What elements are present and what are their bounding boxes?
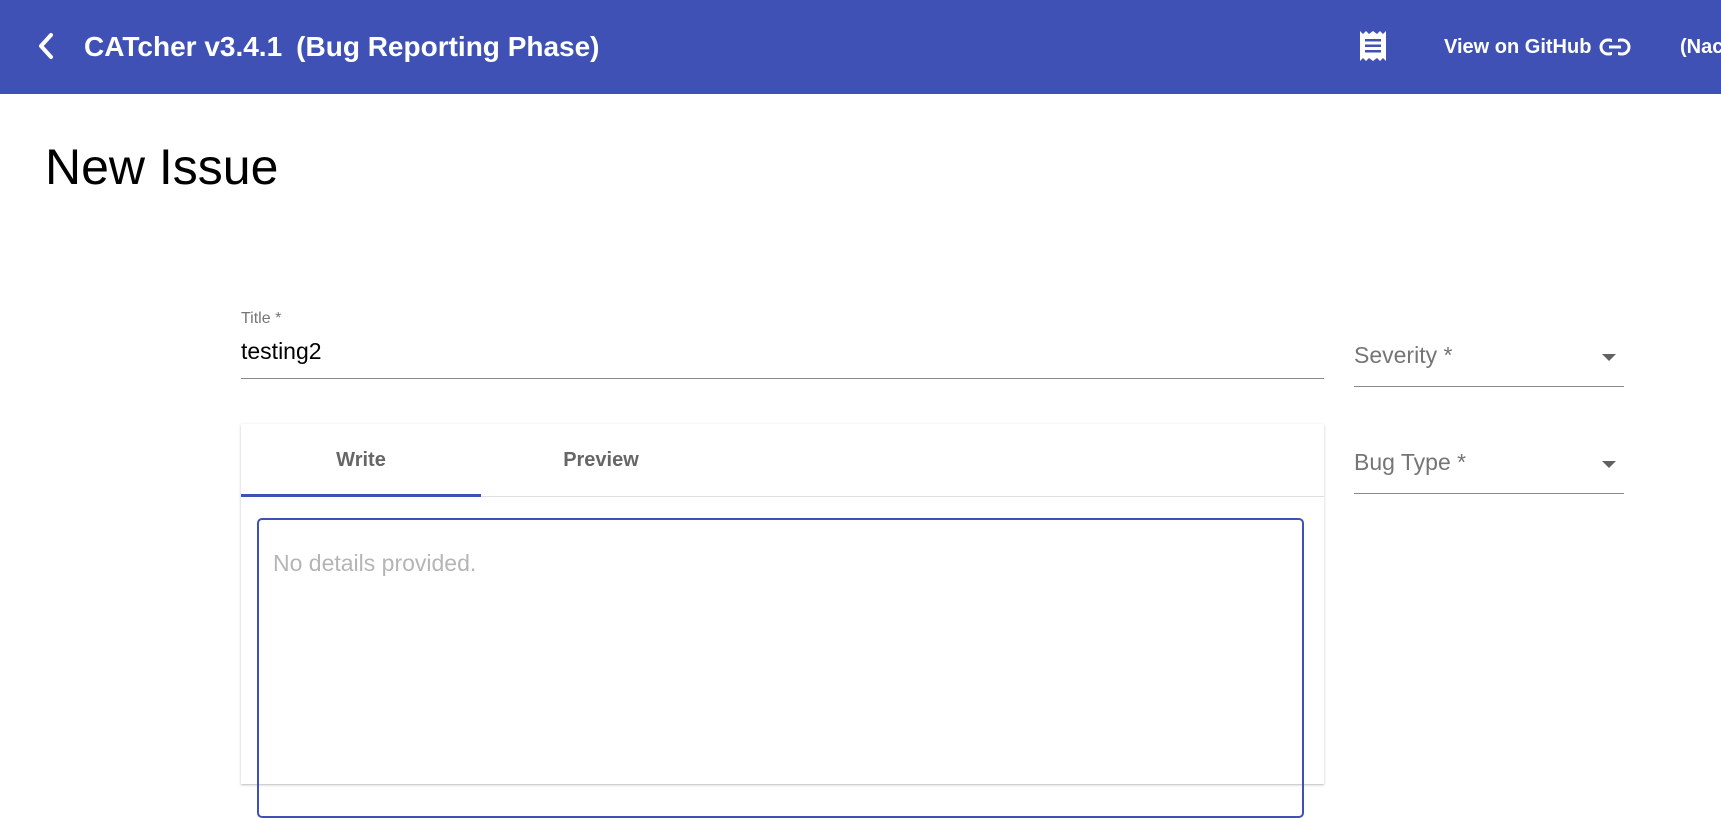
phase-label: (Bug Reporting Phase) [296,31,600,62]
dropdown-arrow-icon [1602,461,1616,468]
active-tab-indicator [241,494,481,497]
dropdown-arrow-icon [1602,354,1616,361]
title-label: Title * [241,310,282,327]
app-title: CATcher v3.4.1 (Bug Reporting Phase) [84,0,600,94]
link-icon [1599,38,1631,56]
description-box [257,518,1304,818]
tab-preview[interactable]: Preview [481,424,721,496]
description-editor: Write Preview [241,424,1324,818]
severity-select[interactable]: Severity * [1354,340,1624,387]
chevron-left-icon [39,33,53,59]
app-toolbar: CATcher v3.4.1 (Bug Reporting Phase) View… [0,0,1721,94]
receipt-icon [1360,31,1386,61]
app-name: CATcher v3.4.1 [84,31,283,62]
tab-write[interactable]: Write [241,424,481,496]
github-link-label: View on GitHub [1444,35,1592,58]
severity-label: Severity * [1354,342,1453,368]
view-on-github-link[interactable]: View on GitHub [1444,0,1631,94]
back-button[interactable] [28,28,64,64]
bug-type-label: Bug Type * [1354,449,1467,475]
title-input[interactable] [241,338,1321,365]
description-textarea[interactable] [273,550,1283,770]
title-field: Title * [241,308,1324,379]
editor-tab-bar: Write Preview [241,424,1324,497]
user-info: (Nac [1680,36,1721,58]
session-log-button[interactable] [1355,28,1391,64]
bug-type-select[interactable]: Bug Type * [1354,447,1624,494]
page-title: New Issue [45,139,279,195]
